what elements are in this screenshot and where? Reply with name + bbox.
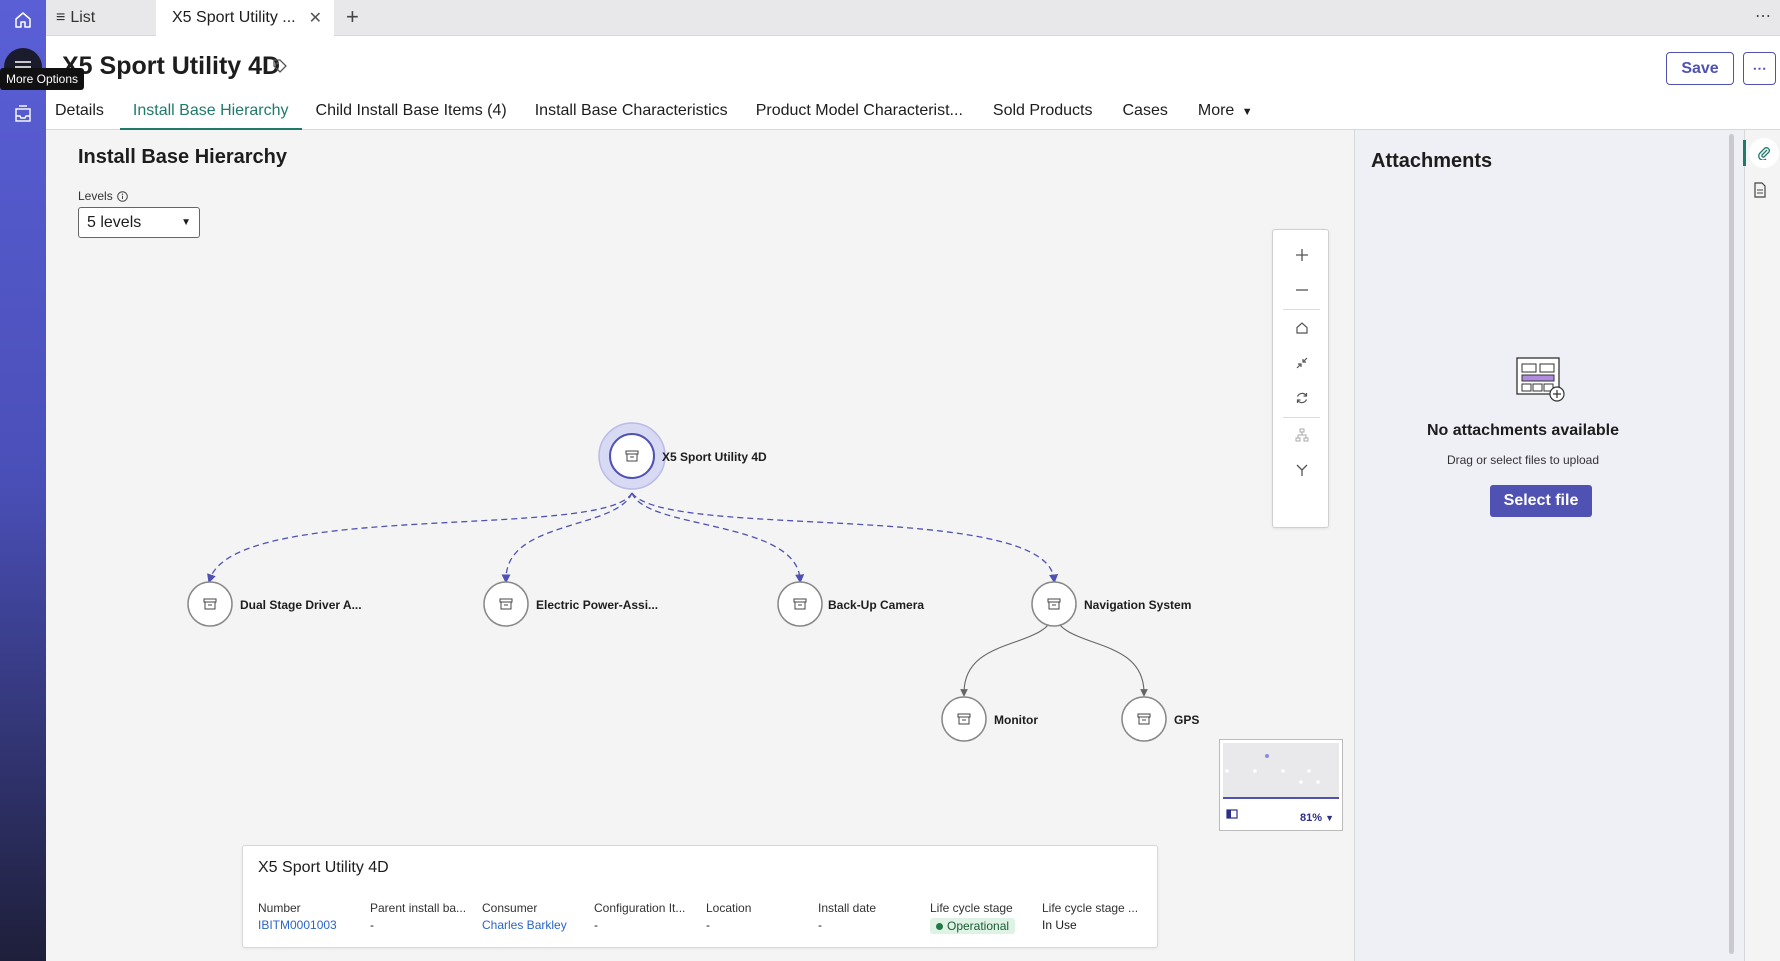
tag-icon[interactable] (272, 58, 288, 79)
attachments-panel: Attachments No attachments available Dra… (1354, 130, 1744, 961)
node-child4-label: Navigation System (1084, 598, 1191, 612)
refresh-icon[interactable] (1273, 383, 1330, 413)
caret-down-icon: ▼ (1241, 106, 1253, 118)
utility-strip (1744, 130, 1780, 961)
node-child2-label: Electric Power-Assi... (536, 598, 658, 612)
field-life-cycle-stage-status: Life cycle stage ... In Use (1042, 901, 1139, 932)
home-icon[interactable] (1273, 313, 1330, 343)
edge-child4-grandchild1 (960, 613, 1055, 697)
field-number: Number IBITM0001003 (258, 901, 366, 932)
empty-subtitle: Drag or select files to upload (1446, 453, 1600, 467)
levels-select[interactable]: 5 levels ▼ (78, 207, 200, 238)
levels-label: Levels (78, 189, 128, 203)
consumer-link[interactable]: Charles Barkley (482, 918, 590, 932)
edge-child4-grandchild2 (1053, 613, 1148, 697)
record-tabs: Details Install Base Hierarchy Child Ins… (46, 92, 1269, 130)
select-file-button[interactable]: Select file (1490, 485, 1592, 517)
info-icon[interactable] (116, 190, 128, 202)
field-life-cycle-stage: Life cycle stage Operational (930, 901, 1038, 934)
page-title: X5 Sport Utility 4D (62, 52, 281, 80)
active-indicator (1743, 140, 1746, 166)
paperclip-icon[interactable] (1749, 138, 1779, 168)
node-grandchild1-label: Monitor (994, 713, 1038, 727)
edge-root-child2 (501, 492, 633, 584)
number-link[interactable]: IBITM0001003 (258, 918, 366, 932)
left-rail (0, 0, 46, 961)
zoom-out-icon[interactable] (1273, 275, 1330, 305)
card-title: X5 Sport Utility 4D (258, 859, 389, 876)
field-configuration-item: Configuration It... - (594, 901, 686, 932)
minimap-toggle-icon[interactable] (1226, 806, 1238, 824)
tab-more[interactable]: More ▼ (1182, 92, 1269, 130)
branch-icon[interactable] (1273, 455, 1330, 485)
empty-attachments-illustration (1515, 356, 1567, 409)
record-summary-card: X5 Sport Utility 4D Number IBITM0001003 … (242, 845, 1158, 948)
tab-more-label: More (1197, 102, 1235, 119)
tab-bar: ≡ List X5 Sport Utility ... ✕ + ⋯ (46, 0, 1780, 36)
tab-record-label: X5 Sport Utility ... (172, 9, 296, 26)
node-child1-label: Dual Stage Driver A... (240, 598, 362, 612)
hierarchy-panel: X5 Sport Utility 4D Dual Stage Driver A.… (46, 130, 1354, 961)
field-location: Location - (706, 901, 752, 932)
node-child4[interactable]: Navigation System (1031, 581, 1191, 627)
section-title: Install Base Hierarchy (78, 146, 287, 168)
tab-list-label: List (70, 9, 96, 26)
field-consumer: Consumer Charles Barkley (482, 901, 590, 932)
edge-root-child4 (631, 492, 1059, 584)
collapse-icon[interactable] (1273, 348, 1330, 378)
document-icon[interactable] (1753, 182, 1767, 203)
empty-title: No attachments available (1426, 422, 1620, 439)
node-child3-label: Back-Up Camera (828, 598, 924, 612)
home-icon[interactable] (9, 6, 37, 34)
graph-minimap[interactable]: 81% ▼ (1219, 739, 1343, 831)
tree-layout-icon[interactable] (1273, 420, 1330, 450)
node-root[interactable]: X5 Sport Utility 4D (598, 422, 767, 490)
edge-root-child3 (631, 492, 805, 584)
field-parent-install-base: Parent install ba... - (370, 901, 467, 932)
inbox-icon[interactable] (9, 100, 37, 128)
status-badge: Operational (930, 918, 1016, 934)
header-more-button[interactable]: ⋯ (1743, 52, 1776, 85)
scrollbar[interactable] (1729, 134, 1734, 954)
tab-install-base-hierarchy[interactable]: Install Base Hierarchy (119, 92, 302, 130)
add-tab-button[interactable]: + (346, 5, 359, 29)
graph-toolbar (1272, 229, 1329, 528)
list-icon: ≡ (56, 9, 66, 26)
node-child2[interactable]: Electric Power-Assi... (483, 581, 658, 627)
minimap-viewport (1223, 743, 1339, 799)
tab-product-model-characteristics[interactable]: Product Model Characterist... (742, 92, 977, 130)
tab-record[interactable]: X5 Sport Utility ... ✕ (156, 0, 334, 36)
tab-cases[interactable]: Cases (1109, 92, 1182, 130)
tab-bar-more-button[interactable]: ⋯ (1755, 6, 1772, 26)
node-child3[interactable]: Back-Up Camera (777, 581, 924, 627)
minimap-zoom-value: 81% (1299, 812, 1323, 824)
field-install-date: Install date - (818, 901, 877, 932)
tab-install-base-characteristics[interactable]: Install Base Characteristics (521, 92, 742, 130)
node-grandchild1[interactable]: Monitor (941, 696, 1038, 742)
edge-root-child1 (207, 492, 633, 584)
tab-sold-products[interactable]: Sold Products (977, 92, 1109, 130)
node-grandchild2-label: GPS (1174, 713, 1199, 727)
tab-child-install-base-items[interactable]: Child Install Base Items (4) (302, 92, 521, 130)
levels-select-value: 5 levels (87, 213, 142, 231)
tab-list[interactable]: ≡ List (56, 0, 95, 36)
node-grandchild2[interactable]: GPS (1121, 696, 1199, 742)
levels-label-text: Levels (78, 189, 113, 203)
node-child1[interactable]: Dual Stage Driver A... (187, 581, 362, 627)
tab-details[interactable]: Details (46, 92, 120, 130)
attachments-title: Attachments (1371, 150, 1493, 172)
caret-down-icon: ▼ (181, 217, 191, 228)
zoom-in-icon[interactable] (1273, 240, 1330, 270)
save-button[interactable]: Save (1666, 52, 1734, 85)
hierarchy-graph[interactable]: X5 Sport Utility 4D Dual Stage Driver A.… (46, 130, 1354, 961)
record-header: X5 Sport Utility 4D Save ⋯ Details Insta… (46, 36, 1780, 130)
caret-down-icon: ▼ (1325, 813, 1334, 823)
more-options-tooltip: More Options (0, 68, 85, 90)
minimap-zoom-select[interactable]: 81% ▼ (1300, 812, 1334, 824)
close-icon[interactable]: ✕ (309, 8, 322, 28)
node-root-label: X5 Sport Utility 4D (662, 450, 767, 464)
